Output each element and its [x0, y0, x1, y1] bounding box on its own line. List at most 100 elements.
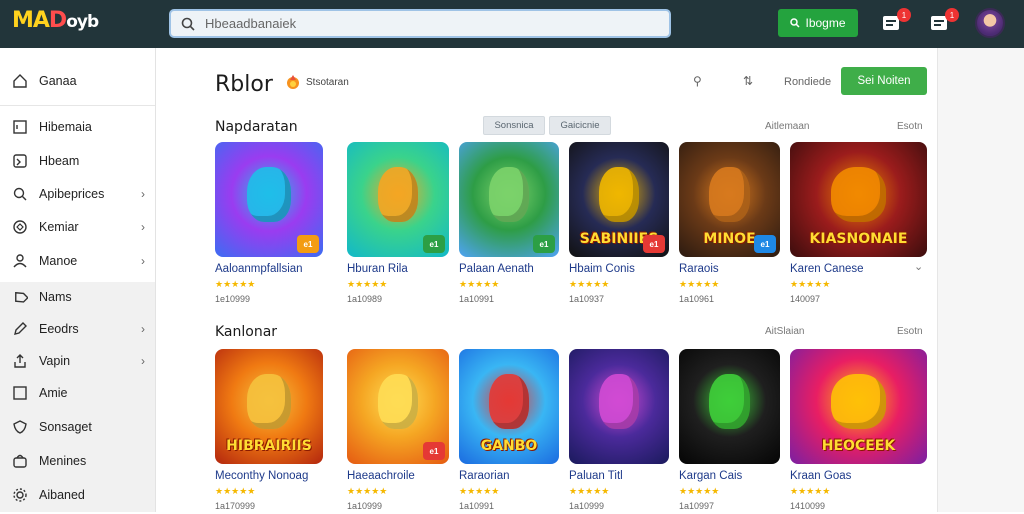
- platform-badge: e1: [297, 235, 319, 253]
- sidebar-item-label: Eeodrs: [39, 322, 79, 336]
- game-card[interactable]: e1 Palaan Aenath ★★★★★ 1a10991: [459, 142, 559, 307]
- see-all-link[interactable]: Esotn: [897, 121, 923, 132]
- play-count: 1a10961: [679, 294, 715, 304]
- login-button[interactable]: Ibogme: [778, 9, 858, 37]
- game-card[interactable]: e1 Hburan Rila ★★★★★ 1a10989: [347, 142, 449, 307]
- sidebar-item-label: Aibaned: [39, 488, 85, 502]
- flame-icon: [287, 75, 299, 89]
- chevron-right-icon[interactable]: ›: [141, 322, 145, 336]
- chevron-right-icon[interactable]: ›: [141, 254, 145, 268]
- game-card[interactable]: GANBO Raraorian ★★★★★ 1a10991: [459, 349, 559, 514]
- sort-icon[interactable]: ⇅: [743, 74, 753, 88]
- notifications-icon[interactable]: 1: [930, 8, 959, 34]
- game-title[interactable]: Palaan Aenath: [459, 263, 534, 275]
- game-title[interactable]: Hbaim Conis: [569, 263, 635, 275]
- search-icon: [11, 186, 28, 203]
- box-icon: [11, 385, 28, 402]
- chevron-right-icon[interactable]: ›: [141, 187, 145, 201]
- game-card[interactable]: HEOCEEK Kraan Goas ★★★★★ 1410099: [790, 349, 927, 514]
- sidebar-item[interactable]: Kemiar ›: [0, 212, 155, 242]
- game-thumbnail[interactable]: MINOE e1: [679, 142, 780, 257]
- sidebar-item[interactable]: Nams: [0, 282, 155, 312]
- filter-chip[interactable]: Gaicicnie: [549, 116, 611, 135]
- game-title[interactable]: Kraan Goas: [790, 470, 851, 482]
- inbox-icon[interactable]: 1: [882, 8, 911, 34]
- sidebar-item[interactable]: Apibeprices ›: [0, 179, 155, 209]
- game-card[interactable]: e1 Aaloanmpfallsian ★★★★★ 1e10999: [215, 142, 323, 307]
- game-thumbnail[interactable]: HIBRAIRIIS: [215, 349, 323, 464]
- sidebar-item[interactable]: Ganaa: [0, 66, 155, 96]
- game-title[interactable]: Meconthy Nonoag: [215, 470, 308, 482]
- game-title[interactable]: Haeaachroile: [347, 470, 415, 482]
- header-link[interactable]: Rondiede: [784, 76, 831, 88]
- sidebar-item-label: Hbeam: [39, 154, 80, 168]
- compass-icon: [11, 219, 28, 236]
- tv-icon: [11, 153, 28, 170]
- search-bar[interactable]: [169, 9, 671, 38]
- sidebar-item[interactable]: Hbeam: [0, 146, 155, 176]
- play-count: 1e10999: [215, 294, 251, 304]
- sidebar-item[interactable]: Aibaned: [0, 480, 155, 510]
- game-thumbnail[interactable]: [569, 349, 669, 464]
- page-title: Rblor: [215, 72, 273, 97]
- game-thumbnail[interactable]: e1: [215, 142, 323, 257]
- divider: [0, 105, 155, 106]
- game-thumbnail[interactable]: e1: [347, 142, 449, 257]
- chevron-right-icon[interactable]: ›: [141, 220, 145, 234]
- sidebar: Ganaa Hibemaia Hbeam Apibeprices › Kemiar › Man…: [0, 48, 156, 512]
- see-all-link[interactable]: Esotn: [897, 326, 923, 337]
- game-card[interactable]: Kargan Cais ★★★★★ 1a10997: [679, 349, 780, 514]
- play-count: 1a10999: [347, 501, 383, 511]
- star-rating: ★★★★★: [215, 279, 256, 289]
- chevron-down-icon[interactable]: ⌄: [914, 260, 923, 273]
- game-title[interactable]: Aaloanmpfallsian: [215, 263, 303, 275]
- filter-icon[interactable]: ⚲: [693, 74, 702, 88]
- sidebar-item[interactable]: Amie: [0, 378, 155, 408]
- sidebar-item[interactable]: Hibemaia: [0, 112, 155, 142]
- game-character: [831, 374, 886, 430]
- sidebar-item[interactable]: Eeodrs ›: [0, 314, 155, 344]
- search-input[interactable]: [205, 16, 645, 31]
- game-thumbnail[interactable]: e1: [347, 349, 449, 464]
- sidebar-item[interactable]: Sonsaget: [0, 412, 155, 442]
- game-character: [489, 374, 529, 430]
- sub-brand[interactable]: Stsotaran: [285, 74, 349, 90]
- avatar[interactable]: [975, 8, 1005, 38]
- home-icon: [11, 73, 28, 90]
- game-title[interactable]: Raraois: [679, 263, 719, 275]
- sidebar-item[interactable]: Menines: [0, 446, 155, 476]
- game-character: [377, 167, 419, 223]
- star-rating: ★★★★★: [679, 279, 720, 289]
- game-card[interactable]: HIBRAIRIIS Meconthy Nonoag ★★★★★ 1a170999: [215, 349, 323, 514]
- game-card[interactable]: SABINIIES e1 Hbaim Conis ★★★★★ 1a10937: [569, 142, 669, 307]
- game-thumbnail[interactable]: KIASNONAIE: [790, 142, 927, 257]
- game-card[interactable]: Paluan Titl ★★★★★ 1a10999: [569, 349, 669, 514]
- section-title: Napdaratan: [215, 119, 298, 135]
- game-title[interactable]: Karen Canese: [790, 263, 864, 275]
- search-icon: [181, 17, 195, 31]
- game-thumbnail[interactable]: SABINIIES e1: [569, 142, 669, 257]
- game-title[interactable]: Raraorian: [459, 470, 510, 482]
- game-thumbnail[interactable]: HEOCEEK: [790, 349, 927, 464]
- chevron-right-icon[interactable]: ›: [141, 354, 145, 368]
- game-thumbnail[interactable]: [679, 349, 780, 464]
- game-card[interactable]: KIASNONAIE Karen Canese ★★★★★ 140097 ⌄: [790, 142, 927, 307]
- game-title[interactable]: Hburan Rila: [347, 263, 408, 275]
- section-link[interactable]: Aitlemaan: [765, 121, 809, 132]
- sidebar-item[interactable]: Manoe ›: [0, 246, 155, 276]
- game-card[interactable]: MINOE e1 Raraois ★★★★★ 1a10961: [679, 142, 780, 307]
- filter-chip[interactable]: Sonsnica: [483, 116, 545, 135]
- primary-cta-button[interactable]: Sei Noiten: [841, 67, 927, 95]
- sidebar-item-label: Apibeprices: [39, 187, 105, 201]
- game-thumbnail[interactable]: GANBO: [459, 349, 559, 464]
- sidebar-item[interactable]: Vapin ›: [0, 346, 155, 376]
- sub-brand-label: Stsotaran: [306, 76, 349, 88]
- star-rating: ★★★★★: [790, 279, 831, 289]
- section-link[interactable]: AitSlaian: [765, 326, 804, 337]
- game-card[interactable]: e1 Haeaachroile ★★★★★ 1a10999: [347, 349, 449, 514]
- game-title[interactable]: Kargan Cais: [679, 470, 742, 482]
- play-count: 1a10997: [679, 501, 715, 511]
- app-logo[interactable]: MADoyb: [12, 8, 99, 33]
- game-title[interactable]: Paluan Titl: [569, 470, 623, 482]
- game-thumbnail[interactable]: e1: [459, 142, 559, 257]
